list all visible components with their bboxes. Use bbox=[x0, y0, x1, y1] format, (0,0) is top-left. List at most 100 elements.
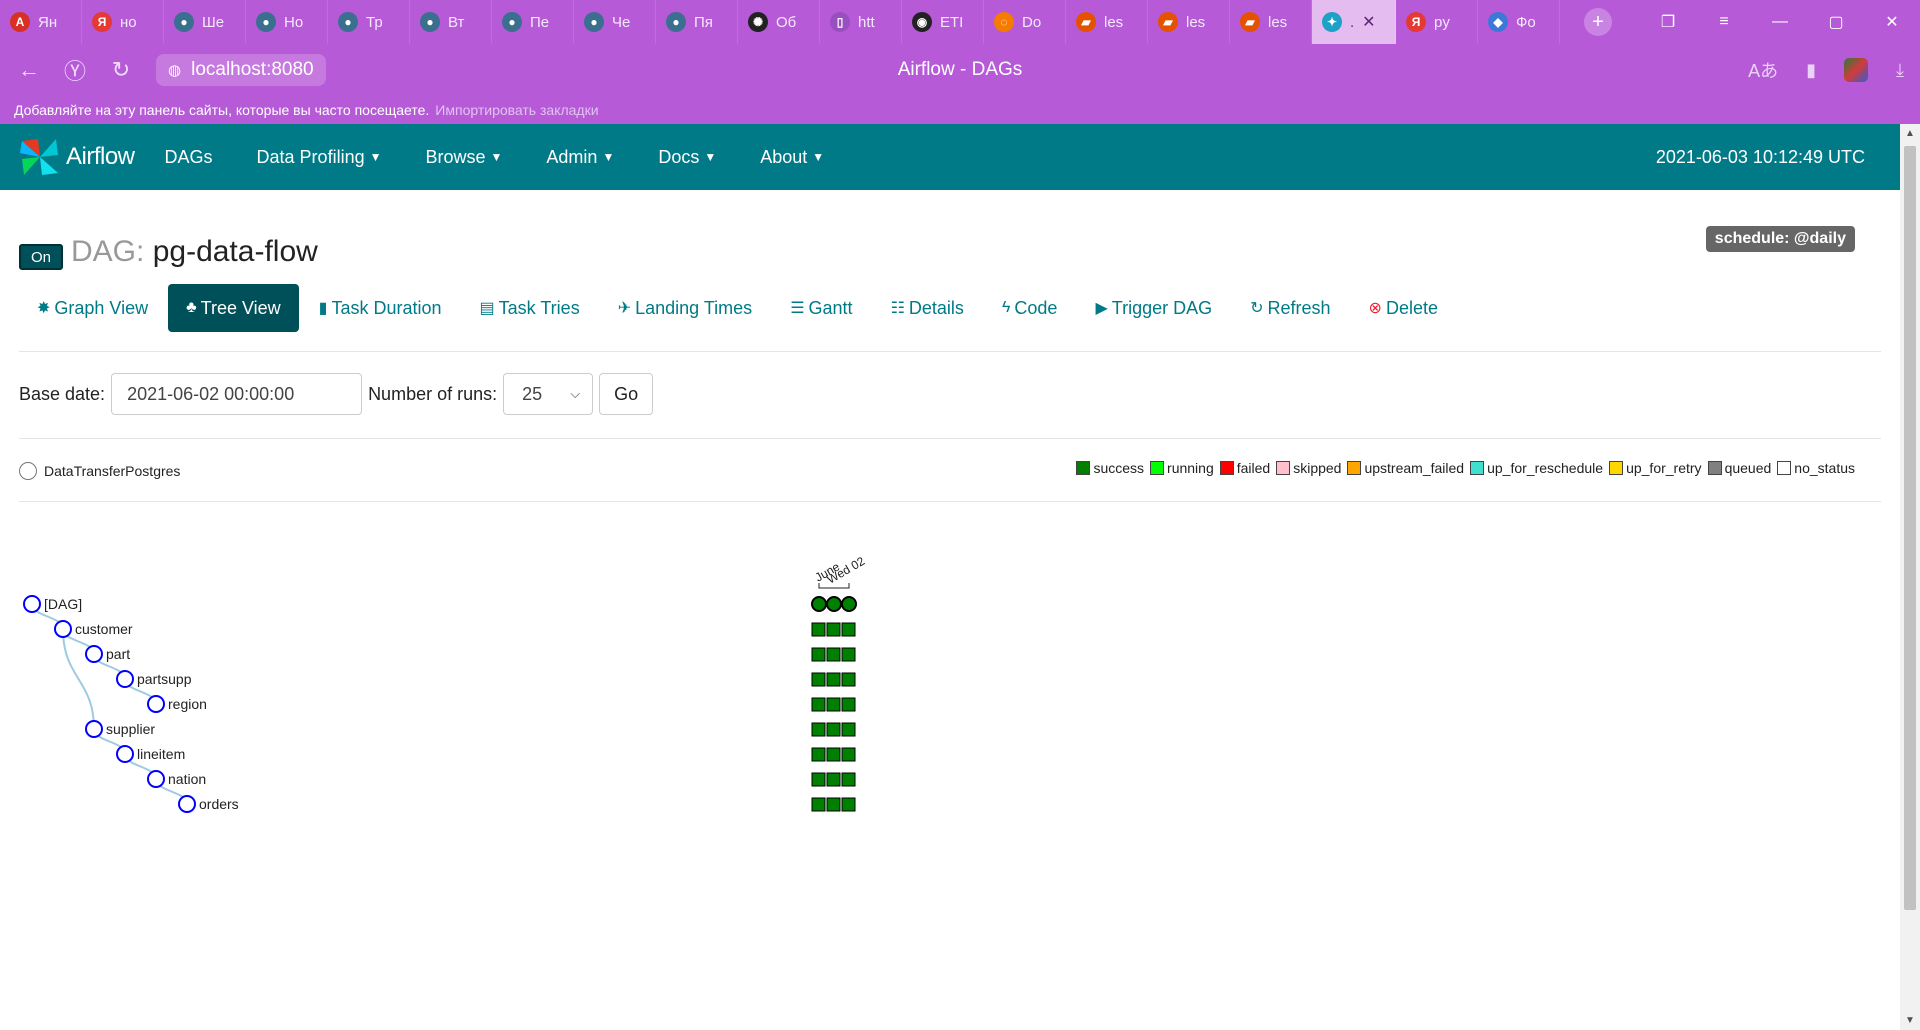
task-instance-square[interactable] bbox=[841, 647, 856, 662]
task-instance-square[interactable] bbox=[841, 747, 856, 762]
nav-docs[interactable]: Docs ▼ bbox=[658, 147, 716, 168]
radio-icon[interactable] bbox=[19, 462, 37, 480]
task-instance-square[interactable] bbox=[811, 797, 826, 812]
task-instance-square[interactable] bbox=[811, 772, 826, 787]
airflow-logo[interactable]: Airflow bbox=[18, 135, 135, 179]
task-instance-square[interactable] bbox=[841, 772, 856, 787]
browser-tab[interactable]: ● Че bbox=[574, 0, 656, 44]
dag-run-circle[interactable] bbox=[811, 596, 827, 612]
close-tab-icon[interactable]: ✕ bbox=[1362, 12, 1375, 32]
dag-on-toggle[interactable]: On bbox=[19, 244, 63, 270]
tree-node[interactable] bbox=[147, 695, 165, 713]
task-label[interactable]: lineitem bbox=[137, 746, 185, 762]
scrollbar-thumb[interactable] bbox=[1904, 146, 1916, 910]
task-instance-square[interactable] bbox=[841, 722, 856, 737]
task-label[interactable]: nation bbox=[168, 771, 206, 787]
tab-task-tries[interactable]: ▤ Task Tries bbox=[462, 284, 598, 332]
task-label[interactable]: [DAG] bbox=[44, 596, 82, 612]
task-instance-square[interactable] bbox=[826, 622, 841, 637]
reload-icon[interactable]: ↻ bbox=[98, 57, 144, 83]
browser-tab[interactable]: ▯ htt bbox=[820, 0, 902, 44]
tree-node[interactable] bbox=[178, 795, 196, 813]
dag-run-circle[interactable] bbox=[826, 596, 842, 612]
tab-task-duration[interactable]: ▮ Task Duration bbox=[301, 284, 460, 332]
nav-dags[interactable]: DAGs bbox=[165, 147, 213, 168]
tree-node[interactable] bbox=[147, 770, 165, 788]
nav-data-profiling[interactable]: Data Profiling ▼ bbox=[257, 147, 382, 168]
browser-tab[interactable]: ▰ les bbox=[1230, 0, 1312, 44]
nav-about[interactable]: About ▼ bbox=[760, 147, 824, 168]
task-label[interactable]: supplier bbox=[106, 721, 155, 737]
tab-gantt[interactable]: ☰ Gantt bbox=[772, 284, 870, 332]
browser-tab[interactable]: А Ян bbox=[0, 0, 82, 44]
task-instance-square[interactable] bbox=[826, 722, 841, 737]
task-label[interactable]: region bbox=[168, 696, 207, 712]
task-instance-square[interactable] bbox=[826, 747, 841, 762]
task-instance-square[interactable] bbox=[841, 672, 856, 687]
browser-tab[interactable]: ● Вт bbox=[410, 0, 492, 44]
task-instance-square[interactable] bbox=[811, 697, 826, 712]
tabs-overview-icon[interactable]: ❐ bbox=[1640, 12, 1696, 32]
browser-tab[interactable]: ● Пе bbox=[492, 0, 574, 44]
browser-tab[interactable]: ● Тр bbox=[328, 0, 410, 44]
browser-tab[interactable]: ● Но bbox=[246, 0, 328, 44]
task-label[interactable]: partsupp bbox=[137, 671, 192, 687]
tab-graph-view[interactable]: ✸ Graph View bbox=[19, 284, 166, 332]
browser-tab[interactable]: Яpy bbox=[1396, 0, 1478, 44]
page-scrollbar[interactable]: ▲ ▼ bbox=[1900, 124, 1920, 1030]
new-tab-button[interactable]: + bbox=[1584, 8, 1612, 36]
yandex-icon[interactable]: Ⓨ bbox=[52, 54, 98, 86]
browser-tab[interactable]: ◉ ETI bbox=[902, 0, 984, 44]
task-label[interactable]: customer bbox=[75, 621, 133, 637]
dag-run-circle[interactable] bbox=[841, 596, 857, 612]
back-icon[interactable]: ← bbox=[6, 57, 52, 83]
scroll-up-icon[interactable]: ▲ bbox=[1900, 128, 1920, 139]
task-instance-square[interactable] bbox=[811, 722, 826, 737]
task-instance-square[interactable] bbox=[811, 647, 826, 662]
bookmark-icon[interactable]: ▮ bbox=[1806, 60, 1816, 81]
task-instance-square[interactable] bbox=[826, 797, 841, 812]
browser-tab[interactable]: ◆ Фо bbox=[1478, 0, 1560, 44]
scroll-down-icon[interactable]: ▼ bbox=[1900, 1015, 1920, 1026]
task-instance-square[interactable] bbox=[826, 672, 841, 687]
import-bookmarks-link[interactable]: Импортировать закладки bbox=[435, 102, 598, 118]
tab-trigger-dag[interactable]: ▶ Trigger DAG bbox=[1077, 284, 1230, 332]
extension-icon[interactable] bbox=[1844, 58, 1869, 82]
dag-radio[interactable]: DataTransferPostgres bbox=[19, 462, 180, 480]
task-instance-square[interactable] bbox=[841, 697, 856, 712]
task-instance-square[interactable] bbox=[826, 647, 841, 662]
restore-icon[interactable]: ▢ bbox=[1808, 12, 1864, 32]
download-icon[interactable]: ⤓ bbox=[1896, 60, 1904, 81]
task-label[interactable]: orders bbox=[199, 796, 239, 812]
task-label[interactable]: part bbox=[106, 646, 130, 662]
tree-node[interactable] bbox=[85, 720, 103, 738]
tree-node[interactable] bbox=[85, 645, 103, 663]
browser-tab[interactable]: ◌ Do bbox=[984, 0, 1066, 44]
tab-code[interactable]: ϟ Code bbox=[984, 284, 1076, 332]
base-date-input[interactable]: 2021-06-02 00:00:00 bbox=[111, 373, 363, 415]
browser-tab[interactable]: ✦. ✕ bbox=[1312, 0, 1396, 44]
task-instance-square[interactable] bbox=[811, 622, 826, 637]
go-button[interactable]: Go bbox=[599, 373, 654, 415]
minimize-icon[interactable]: — bbox=[1752, 13, 1808, 31]
tab-delete[interactable]: ⊗ Delete bbox=[1351, 284, 1456, 332]
browser-tab[interactable]: Яно bbox=[82, 0, 164, 44]
nav-admin[interactable]: Admin ▼ bbox=[546, 147, 614, 168]
tree-node[interactable] bbox=[23, 595, 41, 613]
task-instance-square[interactable] bbox=[826, 772, 841, 787]
translate-icon[interactable]: Aあ bbox=[1748, 57, 1778, 83]
browser-tab[interactable]: ▰ les bbox=[1148, 0, 1230, 44]
tree-node[interactable] bbox=[116, 745, 134, 763]
tab-refresh[interactable]: ↻ Refresh bbox=[1232, 284, 1348, 332]
task-instance-square[interactable] bbox=[811, 672, 826, 687]
task-instance-square[interactable] bbox=[826, 697, 841, 712]
tree-node[interactable] bbox=[54, 620, 72, 638]
menu-icon[interactable]: ≡ bbox=[1696, 13, 1752, 31]
tab-landing-times[interactable]: ✈ Landing Times bbox=[600, 284, 770, 332]
tab-details[interactable]: ☷ Details bbox=[873, 284, 982, 332]
tree-node[interactable] bbox=[116, 670, 134, 688]
task-instance-square[interactable] bbox=[811, 747, 826, 762]
nav-browse[interactable]: Browse ▼ bbox=[425, 147, 502, 168]
url-field[interactable]: ◍ localhost:8080 bbox=[156, 54, 326, 86]
browser-tab[interactable]: ▰ les bbox=[1066, 0, 1148, 44]
